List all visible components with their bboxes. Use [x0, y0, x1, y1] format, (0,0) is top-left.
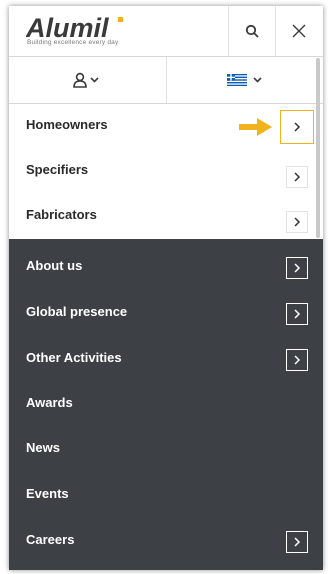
close-button[interactable]	[275, 6, 322, 56]
menu-item-label: Fabricators	[26, 207, 97, 222]
scrollbar[interactable]	[316, 58, 320, 238]
logo-text: Alumil	[26, 15, 109, 41]
primary-menu: Homeowners Specifiers Fabricators	[9, 104, 323, 239]
secondary-menu: About us Global presence Other Activitie…	[9, 239, 323, 570]
menu-item-label: Events	[26, 486, 69, 501]
menu-item-specifiers[interactable]: Specifiers	[9, 149, 323, 194]
chevron-right-icon	[294, 355, 301, 365]
menu-item-label: Global presence	[26, 304, 128, 319]
language-dropdown[interactable]	[166, 57, 323, 103]
menu-item-label: About us	[26, 258, 83, 273]
menu-item-label: News	[26, 440, 60, 455]
greek-flag-icon	[226, 74, 262, 86]
submenu-button-homeowners[interactable]	[280, 110, 314, 144]
logo-wordmark: Alumil	[26, 15, 123, 41]
logo-tagline: Building excellence every day	[27, 39, 119, 46]
menu-item-awards[interactable]: Awards	[9, 382, 323, 427]
close-icon	[292, 24, 306, 38]
menu-item-label: Other Activities	[26, 350, 122, 365]
submenu-button-about-us[interactable]	[286, 257, 308, 279]
account-language-bar	[9, 57, 323, 104]
chevron-right-icon	[294, 309, 301, 319]
arrow-right-icon	[239, 118, 272, 136]
menu-item-label: Careers	[26, 532, 75, 547]
user-account-dropdown[interactable]	[9, 57, 165, 103]
chevron-right-icon	[294, 217, 301, 227]
chevron-right-icon	[294, 537, 301, 547]
menu-item-label: Homeowners	[26, 117, 108, 132]
chevron-down-icon	[90, 77, 99, 83]
menu-item-events[interactable]: Events	[9, 473, 323, 518]
menu-item-news[interactable]: News	[9, 427, 323, 472]
search-icon	[245, 24, 259, 38]
submenu-button-global-presence[interactable]	[286, 303, 308, 325]
menu-item-homeowners[interactable]: Homeowners	[9, 104, 323, 149]
menu-item-about-us[interactable]: About us	[9, 245, 323, 290]
menu-header: Alumil Building excellence every day	[9, 6, 323, 57]
user-icon	[73, 72, 99, 88]
menu-item-other-activities[interactable]: Other Activities	[9, 337, 323, 382]
menu-item-label: Awards	[26, 395, 73, 410]
submenu-button-careers[interactable]	[286, 531, 308, 553]
alumil-logo[interactable]: Alumil	[26, 15, 176, 55]
chevron-right-icon	[294, 263, 301, 273]
logo-dot	[118, 17, 123, 22]
chevron-down-icon	[252, 77, 262, 83]
menu-item-fabricators[interactable]: Fabricators	[9, 194, 323, 239]
chevron-right-icon	[294, 122, 301, 132]
search-button[interactable]	[228, 6, 275, 56]
menu-item-careers[interactable]: Careers	[9, 519, 323, 564]
submenu-button-specifiers[interactable]	[286, 166, 308, 188]
menu-item-global-presence[interactable]: Global presence	[9, 291, 323, 336]
chevron-right-icon	[294, 172, 301, 182]
submenu-button-fabricators[interactable]	[286, 211, 308, 233]
menu-item-label: Specifiers	[26, 162, 89, 177]
mobile-menu-panel: Alumil Building excellence every day Hom…	[9, 6, 323, 570]
submenu-button-other-activities[interactable]	[286, 349, 308, 371]
